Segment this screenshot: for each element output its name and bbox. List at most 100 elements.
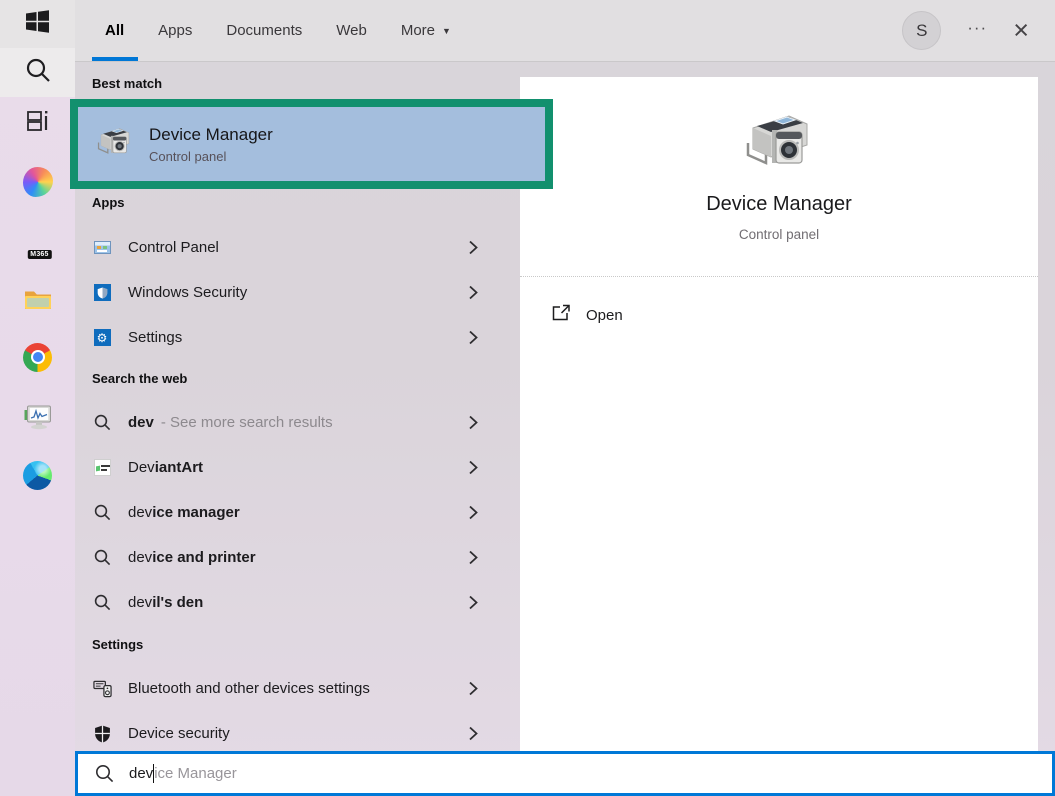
- search-autocomplete-text: ice Manager: [154, 765, 237, 782]
- tab-documents[interactable]: Documents: [226, 0, 302, 61]
- result-label: Device security: [128, 725, 230, 742]
- tab-more[interactable]: More ▼: [401, 0, 451, 61]
- search-icon: [25, 57, 51, 88]
- best-match-item-device-manager[interactable]: Device Manager Control panel: [70, 99, 553, 189]
- web-suggestion-deviantart[interactable]: DeviantArt: [75, 445, 520, 490]
- chevron-right-icon[interactable]: [469, 240, 478, 255]
- settings-section-label: Settings: [92, 637, 143, 652]
- detail-subtitle: Control panel: [520, 227, 1038, 242]
- result-label: Windows Security: [128, 284, 247, 301]
- file-explorer-icon: [24, 289, 52, 316]
- web-suggestion-dev[interactable]: dev- See more search results: [75, 400, 520, 445]
- search-icon: [92, 414, 112, 431]
- search-icon: [92, 594, 112, 611]
- flyout-content: Device Manager Control panel Open: [75, 62, 1055, 796]
- open-label: Open: [586, 307, 623, 324]
- settings-gear-icon: ⚙: [92, 329, 112, 346]
- suggestion-completion: il's den: [152, 594, 203, 611]
- result-control-panel[interactable]: Control Panel: [75, 225, 520, 270]
- search-icon: [92, 549, 112, 566]
- edge-icon: [23, 461, 52, 490]
- control-panel-icon: [92, 241, 112, 254]
- chevron-right-icon[interactable]: [469, 285, 478, 300]
- m365-badge: M365: [27, 250, 51, 259]
- tab-all-label: All: [105, 22, 124, 39]
- devices-settings-icon: [92, 679, 112, 698]
- edge-button[interactable]: [0, 453, 75, 497]
- task-view-button[interactable]: [0, 101, 75, 145]
- taskbar: M365: [0, 0, 75, 796]
- result-settings[interactable]: ⚙ Settings: [75, 315, 520, 360]
- suggestion-completion: ice and printer: [152, 549, 255, 566]
- suggestion-typed: dev: [128, 414, 154, 431]
- file-explorer-button[interactable]: [0, 280, 75, 324]
- copilot-icon: [23, 167, 53, 197]
- chevron-right-icon[interactable]: [469, 460, 478, 475]
- chevron-right-icon[interactable]: [469, 595, 478, 610]
- web-suggestion-devils-den[interactable]: devil's den: [75, 580, 520, 625]
- result-device-security[interactable]: Device security: [75, 711, 520, 756]
- chevron-right-icon[interactable]: [469, 330, 478, 345]
- result-label: Bluetooth and other devices settings: [128, 680, 370, 697]
- filter-tabs-bar: All Apps Documents Web More ▼ S ··· ×: [75, 0, 1055, 62]
- suggestion-completion: ice manager: [152, 504, 240, 521]
- avatar-initial: S: [916, 21, 927, 41]
- tab-more-label: More: [401, 22, 435, 39]
- suggestion-typed: dev: [128, 594, 152, 611]
- device-manager-icon-large: [745, 110, 813, 172]
- apps-section-label: Apps: [92, 195, 125, 210]
- task-view-icon: [25, 108, 51, 139]
- detail-divider: [520, 276, 1038, 277]
- suggestion-completion: iantArt: [155, 459, 203, 476]
- tab-web-label: Web: [336, 22, 367, 39]
- chevron-right-icon[interactable]: [469, 726, 478, 741]
- detail-panel: Device Manager Control panel Open: [520, 77, 1038, 796]
- search-input[interactable]: device Manager: [75, 751, 1055, 796]
- user-avatar[interactable]: S: [902, 11, 941, 50]
- search-flyout: All Apps Documents Web More ▼ S ··· ×: [75, 0, 1055, 796]
- chevron-right-icon[interactable]: [469, 550, 478, 565]
- open-action[interactable]: Open: [552, 304, 1038, 326]
- chevron-right-icon[interactable]: [469, 415, 478, 430]
- result-windows-security[interactable]: Windows Security: [75, 270, 520, 315]
- tab-web[interactable]: Web: [336, 0, 367, 61]
- results-list: Best match Device Manager Control panel …: [75, 62, 520, 796]
- tab-apps[interactable]: Apps: [158, 0, 192, 61]
- web-suggestion-device-and-printer[interactable]: device and printer: [75, 535, 520, 580]
- suggestion-typed: dev: [128, 504, 152, 521]
- best-match-title: Device Manager: [149, 125, 273, 145]
- options-ellipsis-icon[interactable]: ···: [967, 19, 987, 42]
- result-label: Control Panel: [128, 239, 219, 256]
- performance-monitor-icon: [24, 405, 52, 435]
- web-section-label: Search the web: [92, 371, 187, 386]
- suggestion-typed: Dev: [128, 459, 155, 476]
- windows-logo-icon: [26, 10, 49, 38]
- chevron-right-icon[interactable]: [469, 681, 478, 696]
- result-bluetooth-devices-settings[interactable]: Bluetooth and other devices settings: [75, 666, 520, 711]
- result-label: Settings: [128, 329, 182, 346]
- web-suggestion-device-manager[interactable]: device manager: [75, 490, 520, 535]
- windows-search-flyout-screen: M365: [0, 0, 1055, 796]
- search-typed-text: dev: [129, 765, 153, 782]
- tab-documents-label: Documents: [226, 22, 302, 39]
- open-external-icon: [552, 304, 571, 326]
- chrome-button[interactable]: [0, 335, 75, 379]
- device-security-shield-icon: [92, 725, 112, 743]
- close-icon[interactable]: ×: [1013, 17, 1029, 44]
- start-button[interactable]: [0, 0, 75, 48]
- tab-apps-label: Apps: [158, 22, 192, 39]
- performance-monitor-button[interactable]: [0, 398, 75, 442]
- copilot-button[interactable]: [0, 160, 75, 204]
- device-manager-icon-small: [97, 125, 132, 163]
- search-icon: [95, 764, 114, 783]
- tab-all[interactable]: All: [105, 0, 124, 61]
- chrome-icon: [23, 343, 52, 372]
- best-match-section-label: Best match: [92, 76, 162, 91]
- chevron-right-icon[interactable]: [469, 505, 478, 520]
- best-match-subtitle: Control panel: [149, 149, 273, 164]
- taskbar-search-button[interactable]: [0, 48, 75, 97]
- detail-title: Device Manager: [520, 193, 1038, 216]
- m365-copilot-button[interactable]: M365: [0, 220, 75, 264]
- deviantart-icon: [92, 459, 112, 476]
- chevron-down-icon: ▼: [442, 26, 451, 36]
